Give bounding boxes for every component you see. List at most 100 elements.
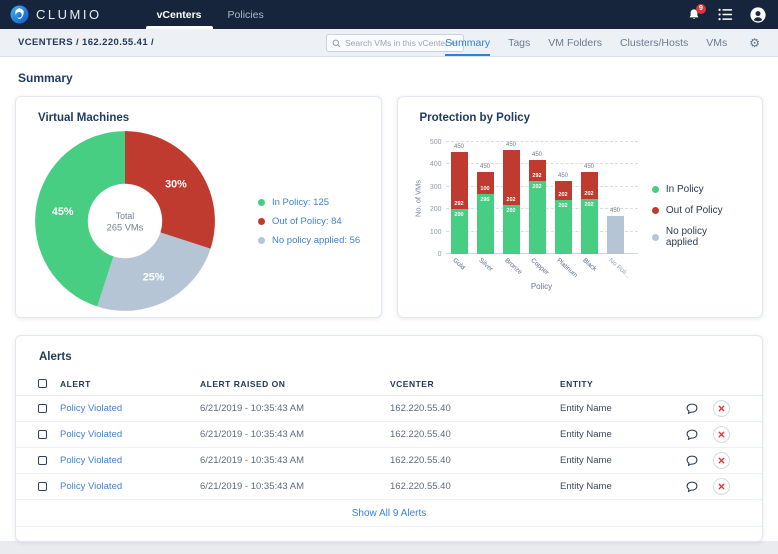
slice-percent-label: 45% [52, 206, 74, 218]
segment-value-label: 202 [506, 196, 516, 203]
donut-hole [87, 183, 163, 259]
view-tabs: Summary Tags VM Folders Clusters/Hosts V… [445, 29, 760, 56]
legend-dot [651, 233, 659, 241]
breadcrumb[interactable]: VCENTERS / 162.220.55.41 / [18, 29, 154, 56]
slice-percent-label: 30% [165, 179, 187, 191]
alerts-table-header: ALERT ALERT RAISED ON VCENTER ENTITY [16, 372, 762, 396]
legend-label: No policy applied [665, 226, 708, 248]
legend-item: No policy applied [651, 226, 738, 248]
search-box[interactable]: ↵ [326, 34, 464, 52]
x-tick-label: Black [581, 257, 599, 273]
tab-vm-folders[interactable]: VM Folders [548, 29, 602, 56]
settings-gear-icon[interactable]: ⚙ [749, 29, 760, 56]
legend-label: Out of Policy [665, 205, 723, 216]
x-tick-label: No Poli... [607, 257, 633, 280]
bar-gold[interactable]: 292 200 450 Gold [450, 142, 468, 271]
alert-raised-on: 6/21/2019 - 10:35:43 AM [200, 455, 305, 466]
legend-dot [258, 217, 265, 225]
bar-bronze[interactable]: 202 202 450 Bronze [502, 142, 524, 276]
legend-dot [651, 186, 659, 193]
legend-label: In Policy: 125 [272, 196, 330, 208]
alert-entity: Entity Name [560, 403, 612, 414]
tab-vms[interactable]: VMs [706, 29, 727, 56]
chat-bubble-icon [686, 403, 698, 414]
alert-vcenter: 162.220.55.40 [390, 481, 451, 492]
segment-value-label: 202 [584, 191, 594, 198]
policy-card-title: Protection by Policy [419, 112, 531, 124]
x-icon [718, 483, 725, 490]
list-menu-icon [718, 8, 733, 21]
task-list-button[interactable] [718, 8, 733, 21]
segment-value-label: 295 [480, 196, 490, 203]
comment-button[interactable] [675, 480, 709, 494]
comment-button[interactable] [675, 454, 709, 468]
bar-no-poli-[interactable]: 450 No Poli... [606, 142, 632, 280]
notification-badge: 9 [696, 3, 706, 14]
alert-raised-on: 6/21/2019 - 10:35:43 AM [200, 429, 305, 440]
alert-type-link[interactable]: Policy Violated [60, 403, 200, 414]
row-checkbox[interactable] [38, 430, 47, 439]
search-input[interactable] [345, 38, 451, 48]
select-all-checkbox[interactable] [38, 379, 47, 388]
x-tick-label: Platinum [555, 257, 580, 280]
view-tab-label: Clusters/Hosts [619, 36, 689, 49]
legend-label: Out of Policy: 84 [272, 215, 342, 227]
dismiss-alert-button[interactable] [713, 478, 730, 495]
alert-table-row: Policy Violated 6/21/2019 - 10:35:43 AM … [16, 422, 762, 448]
brand[interactable]: CLUMIO [10, 0, 102, 29]
row-checkbox[interactable] [38, 456, 47, 465]
vm-donut-chart[interactable]: 30% 25% 45% Total265 VMs [32, 128, 218, 314]
alert-vcenter: 162.220.55.40 [390, 403, 451, 414]
dismiss-alert-button[interactable] [713, 452, 730, 469]
chat-bubble-icon [686, 481, 698, 492]
legend-item: Out of Policy [651, 205, 738, 216]
comment-button[interactable] [675, 402, 709, 416]
col-alert-raised-on: ALERT RAISED ON [200, 378, 286, 389]
bar-black[interactable]: 202 202 450 Black [580, 142, 598, 273]
row-checkbox[interactable] [38, 482, 47, 491]
user-menu-button[interactable] [750, 6, 766, 23]
summary-cards-row: Virtual Machines 30% 25% 45% Total 265 VMs I… [15, 96, 763, 318]
alert-type-link[interactable]: Policy Violated [60, 481, 200, 492]
vm-card-title: Virtual Machines [38, 112, 130, 124]
dismiss-alert-button[interactable] [713, 426, 730, 443]
dismiss-alert-button[interactable] [713, 400, 730, 417]
y-tick-label: 200 [429, 206, 442, 214]
bar-total-label: 450 [557, 173, 568, 180]
bar-platinum[interactable]: 202 202 450 Platinum [554, 142, 579, 279]
tab-tags[interactable]: Tags [508, 29, 530, 56]
segment-in-policy [476, 193, 494, 254]
page-title: Summary [18, 71, 73, 85]
alert-type-link[interactable]: Policy Violated [60, 429, 200, 440]
nav-tab-label: Policies [227, 8, 264, 21]
alert-entity: Entity Name [560, 481, 612, 492]
show-all-alerts-link[interactable]: Show All 9 Alerts [16, 500, 762, 527]
segment-value-label: 202 [558, 203, 568, 210]
alert-raised-on: 6/21/2019 - 10:35:43 AM [200, 481, 305, 492]
nav-tab-vcenters[interactable]: vCenters [144, 0, 215, 29]
vm-card-content: 30% 25% 45% Total 265 VMs In Policy: 125 Out … [16, 124, 381, 314]
bar-total-label: 450 [479, 164, 490, 171]
search-icon [332, 39, 341, 48]
y-tick-label: 100 [429, 228, 442, 236]
policy-legend: In Policy Out of Policy No policy applied [651, 184, 738, 248]
row-checkbox[interactable] [38, 404, 47, 413]
view-tab-label: Tags [508, 36, 531, 49]
y-tick-label: 300 [429, 183, 442, 191]
comment-button[interactable] [675, 428, 709, 442]
navbar-right: 9 [687, 0, 766, 29]
legend-dot [258, 198, 265, 206]
donut-center-value: 265 VMs [107, 222, 144, 232]
tab-clusters-hosts[interactable]: Clusters/Hosts [620, 29, 688, 56]
bars-group: 292 200 450 Gold 100 295 450 Silver 202 202 450 Bro… [450, 142, 632, 280]
alert-type-link[interactable]: Policy Violated [60, 455, 200, 466]
bar-total-label: 450 [609, 207, 620, 214]
y-axis-label: No. of VMs [413, 179, 422, 218]
segment-value-label: 292 [454, 201, 464, 208]
bar-chart[interactable]: No. of VMs 0 100 200 300 400 500 292 200 450 Gold… [406, 132, 652, 300]
notifications-button[interactable]: 9 [687, 3, 706, 22]
tab-summary[interactable]: Summary [445, 29, 491, 56]
bar-silver[interactable]: 100 295 450 Silver [476, 142, 495, 273]
nav-tab-policies[interactable]: Policies [215, 0, 277, 29]
bar-copper[interactable]: 292 202 450 Copper [528, 142, 550, 276]
